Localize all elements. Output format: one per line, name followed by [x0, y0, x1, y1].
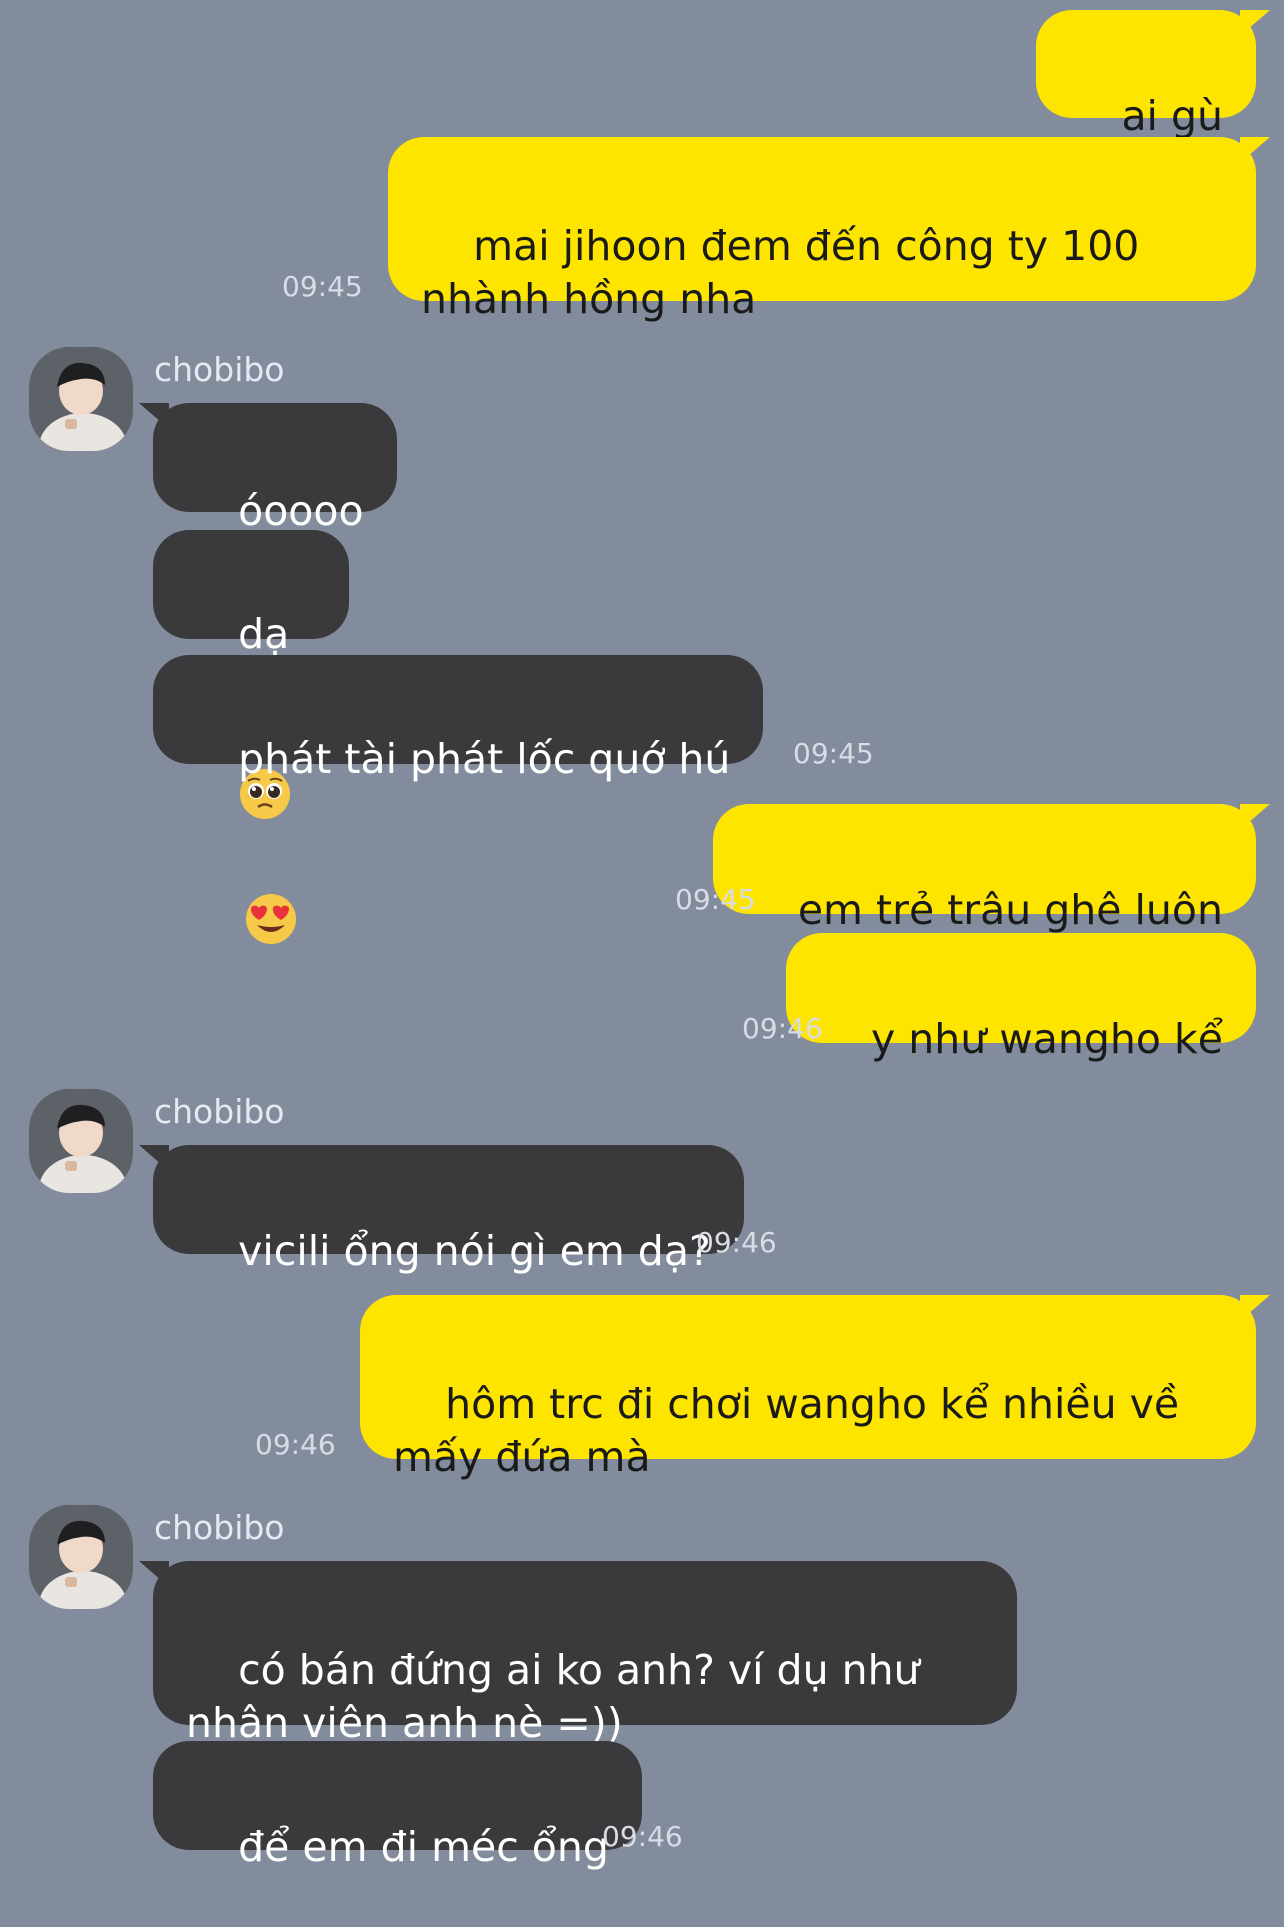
message-timestamp: 09:45 [675, 883, 756, 916]
message-text: em trẻ trâu ghê luôn [797, 886, 1223, 934]
message-text: mai jihoon đem đến công ty 100 nhành hồn… [421, 222, 1153, 323]
incoming-message[interactable]: có bán đứng ai ko anh? ví dụ như nhân vi… [139, 1561, 1017, 1747]
message-timestamp: 09:46 [255, 1428, 336, 1461]
message-timestamp: 09:45 [793, 737, 874, 770]
outgoing-message[interactable]: em trẻ trâu ghê luôn [712, 804, 1271, 934]
message-text: dạ [238, 610, 290, 658]
message-text: vicili ổng nói gì em dạ? [238, 1227, 711, 1275]
message-text: có bán đứng ai ko anh? ví dụ như nhân vi… [186, 1646, 933, 1747]
contact-name: chobibo [154, 1508, 285, 1547]
incoming-message[interactable]: óoooo [139, 403, 397, 535]
profile-photo-icon [29, 1505, 133, 1609]
contact-avatar[interactable] [29, 1505, 133, 1609]
message-text: ai gù [1121, 92, 1223, 140]
incoming-message[interactable]: vicili ổng nói gì em dạ? [139, 1145, 744, 1275]
message-text: phát tài phát lốc quớ hú [238, 735, 731, 783]
incoming-message[interactable]: phát tài phát lốc quớ hú [153, 655, 764, 944]
outgoing-message[interactable]: ai gù [1036, 10, 1270, 301]
incoming-message[interactable]: để em đi méc ổng [153, 1741, 642, 1871]
message-timestamp: 09:46 [696, 1226, 777, 1259]
outgoing-message[interactable]: hôm trc đi chơi wangho kể nhiều về mấy đ… [360, 1295, 1270, 1481]
message-text: hôm trc đi chơi wangho kể nhiều về mấy đ… [393, 1380, 1193, 1481]
contact-avatar[interactable] [29, 1089, 133, 1193]
contact-name: chobibo [154, 350, 285, 389]
message-text: y như wangho kể [870, 1015, 1223, 1063]
outgoing-message[interactable]: mai jihoon đem đến công ty 100 nhành hồn… [388, 137, 1270, 323]
outgoing-message[interactable]: y như wangho kể [785, 933, 1256, 1063]
message-timestamp: 09:45 [282, 270, 363, 303]
profile-photo-icon [29, 347, 133, 451]
chat-window: ai gù mai jihoon đem đến công ty 100 nhà… [0, 0, 1284, 1871]
message-timestamp: 09:46 [742, 1012, 823, 1045]
contact-avatar[interactable] [29, 347, 133, 451]
profile-photo-icon [29, 1089, 133, 1193]
incoming-message[interactable]: dạ [153, 530, 350, 819]
message-text: óoooo [238, 487, 364, 535]
heart-eyes-emoji-icon [244, 786, 322, 1052]
message-text: để em đi méc ổng [238, 1823, 609, 1871]
contact-name: chobibo [154, 1092, 285, 1131]
message-timestamp: 09:46 [602, 1820, 683, 1853]
